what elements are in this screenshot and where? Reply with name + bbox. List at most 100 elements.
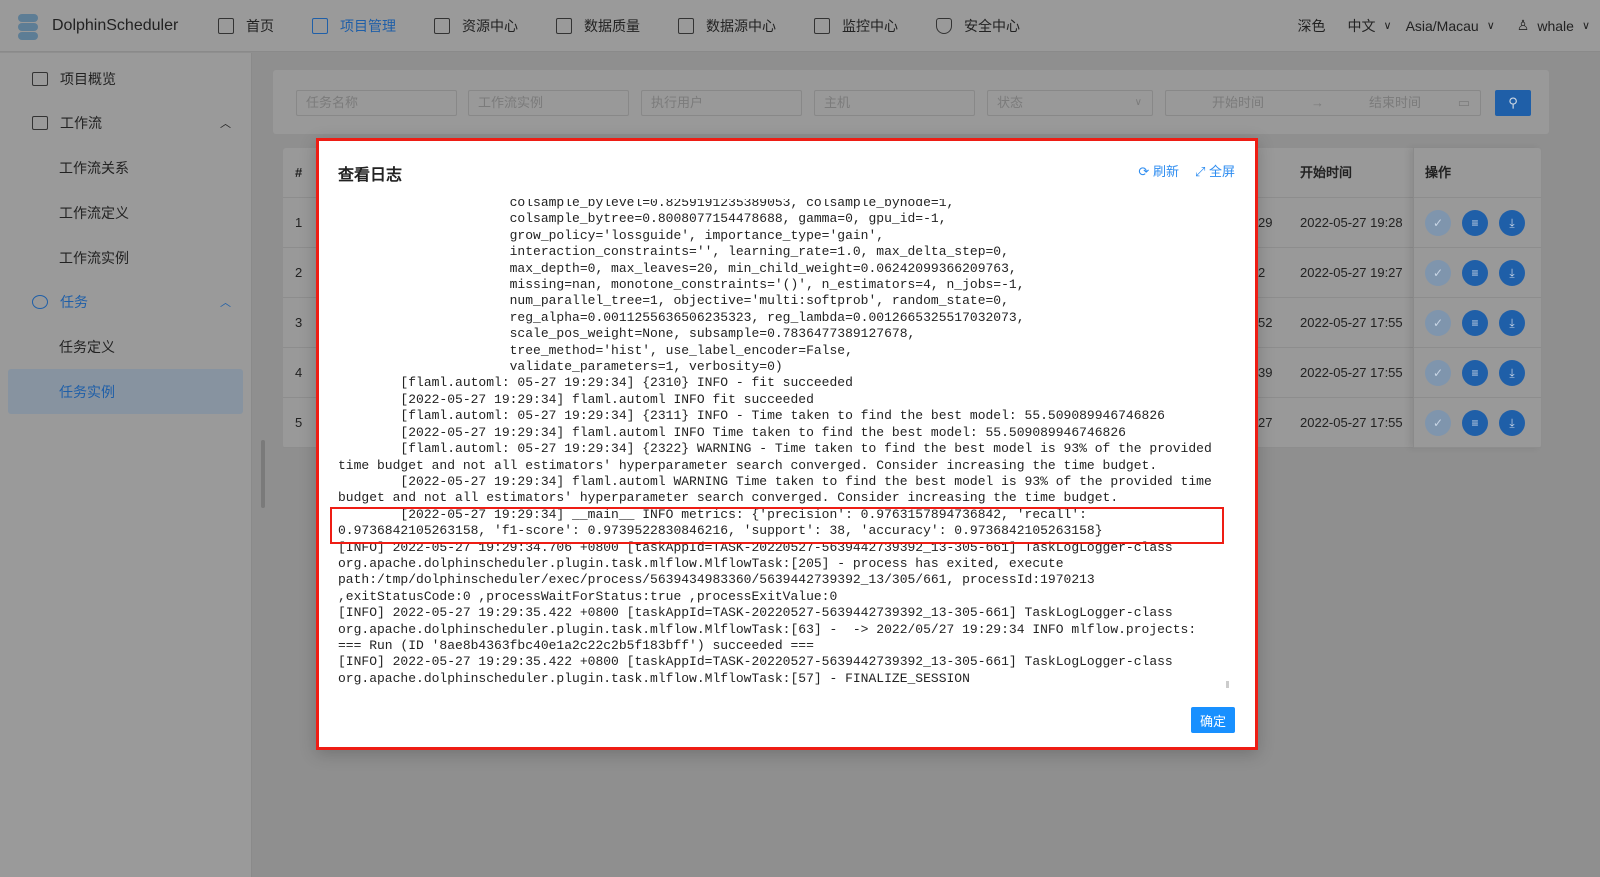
log-line: num_parallel_tree=1, objective='multi:so… <box>338 293 1009 309</box>
refresh-icon: ⟳ <box>1138 164 1150 179</box>
calendar-icon: ▭ <box>1457 95 1470 110</box>
log-line: reg_alpha=0.0011255636506235323, reg_lam… <box>338 309 1025 325</box>
chevron-up-icon: ︿ <box>220 118 231 130</box>
theme-toggle[interactable]: 深色 <box>1298 16 1326 36</box>
filter-bar: 任务名称 工作流实例 执行用户 主机 状态 ∨ 开始时间 → 结束时间 ▭ ⚲ <box>273 70 1549 134</box>
sidebar-item-task[interactable]: 任务 ︿ <box>0 280 251 324</box>
header-right: 深色 中文 ∨ Asia/Macau ∨ ♙ whale ∨ <box>1276 16 1591 36</box>
sidebar-label: 工作流实例 <box>59 249 129 266</box>
row-index: 1 <box>295 215 303 230</box>
task-name-input[interactable]: 任务名称 <box>296 90 457 116</box>
chevron-down-icon[interactable]: ∨ <box>1487 19 1495 32</box>
nav-home[interactable]: 首页 <box>218 16 274 36</box>
ok-button[interactable]: 确定 <box>1191 707 1235 733</box>
chevron-up-icon: ︿ <box>220 297 231 309</box>
operations-column <box>1413 148 1541 448</box>
sidebar-label: 工作流 <box>60 115 102 131</box>
modal-actions: ⟳ 刷新 ⤢ 全屏 <box>1138 161 1235 180</box>
sidebar-item-workflow-instance[interactable]: 工作流实例 <box>0 235 251 280</box>
log-scrollbar[interactable] <box>1226 681 1229 688</box>
row-start-time: 2022-05-27 19:27 <box>1300 265 1403 280</box>
log-content[interactable]: colsample_bylevel=0.8259191235389053, co… <box>338 199 1238 689</box>
workflow-instance-input[interactable]: 工作流实例 <box>468 90 629 116</box>
row-partial-value: 39 <box>1258 365 1273 380</box>
log-line: org.apache.dolphinscheduler.plugin.task.… <box>338 670 970 686</box>
host-input[interactable]: 主机 <box>814 90 975 116</box>
timezone-select[interactable]: Asia/Macau <box>1406 18 1479 34</box>
project-icon <box>312 17 328 34</box>
gear-icon <box>32 295 48 309</box>
nav-label: 数据质量 <box>584 17 640 34</box>
datasource-icon <box>678 17 694 34</box>
sidebar-item-workflow-definition[interactable]: 工作流定义 <box>0 190 251 235</box>
log-line: missing=nan, monotone_constraints='()', … <box>338 277 1025 293</box>
log-line: 0.9736842105263158, 'f1-score': 0.973952… <box>338 523 1103 539</box>
log-line: [INFO] 2022-05-27 19:29:35.422 +0800 [ta… <box>338 605 1173 621</box>
nav-label: 监控中心 <box>842 17 898 34</box>
log-line: [flaml.automl: 05-27 19:29:34] {2322} WA… <box>338 441 1212 457</box>
sidebar-scrollbar[interactable] <box>261 440 265 508</box>
state-placeholder: 状态 <box>997 95 1024 110</box>
nav-label: 首页 <box>246 17 274 34</box>
fullscreen-icon: ⤢ <box>1194 164 1206 179</box>
log-line: interaction_constraints='', learning_rat… <box>338 244 1009 260</box>
dolphin-logo-icon <box>10 8 46 44</box>
sidebar-item-project-overview[interactable]: 项目概览 <box>0 57 251 101</box>
log-line: [flaml.automl: 05-27 19:29:34] {2311} IN… <box>338 408 1165 424</box>
nav-label: 资源中心 <box>462 17 518 34</box>
date-range-picker[interactable]: 开始时间 → 结束时间 ▭ <box>1165 90 1481 116</box>
sidebar-item-workflow[interactable]: 工作流 ︿ <box>0 101 251 145</box>
log-line: budget and not all estimators' hyperpara… <box>338 490 1119 506</box>
executor-input[interactable]: 执行用户 <box>641 90 802 116</box>
logo[interactable]: DolphinScheduler <box>10 8 200 44</box>
nav-project[interactable]: 项目管理 <box>312 16 396 36</box>
fullscreen-button[interactable]: ⤢ 全屏 <box>1195 161 1235 180</box>
sidebar-label: 工作流定义 <box>59 204 129 221</box>
log-line: [2022-05-27 19:29:34] flaml.automl INFO … <box>338 391 814 407</box>
refresh-button[interactable]: ⟳ 刷新 <box>1138 161 1179 180</box>
data-quality-icon <box>556 17 572 34</box>
row-index: 4 <box>295 365 303 380</box>
sidebar-item-task-definition[interactable]: 任务定义 <box>0 324 251 369</box>
sidebar: 项目概览 工作流 ︿ 工作流关系 工作流定义 工作流实例 任务 ︿ 任务定义 任务实… <box>0 53 252 877</box>
row-start-time: 2022-05-27 17:55 <box>1300 315 1403 330</box>
log-line: [2022-05-27 19:29:34] flaml.automl WARNI… <box>338 473 1212 489</box>
user-menu[interactable]: whale <box>1537 18 1574 34</box>
state-select[interactable]: 状态 ∨ <box>987 90 1153 116</box>
end-time-placeholder: 结束时间 <box>1369 95 1422 110</box>
monitor-icon <box>814 17 830 34</box>
sidebar-item-workflow-relation[interactable]: 工作流关系 <box>0 145 251 190</box>
sidebar-label: 任务 <box>60 294 88 310</box>
arrow-right-icon: → <box>1311 95 1324 110</box>
logo-text: DolphinScheduler <box>52 16 179 34</box>
sidebar-label: 任务实例 <box>59 383 115 400</box>
row-start-time: 2022-05-27 17:55 <box>1300 365 1403 380</box>
col-start-time: 开始时间 <box>1300 165 1353 180</box>
chevron-down-icon[interactable]: ∨ <box>1582 19 1590 32</box>
search-button[interactable]: ⚲ <box>1495 90 1531 116</box>
log-line: tree_method='hist', use_label_encoder=Fa… <box>338 342 853 358</box>
nav-label: 数据源中心 <box>706 17 776 34</box>
user-icon: ♙ <box>1516 17 1530 33</box>
log-line: scale_pos_weight=None, subsample=0.78364… <box>338 326 916 342</box>
log-line: colsample_bytree=0.8008077154478688, gam… <box>338 211 947 227</box>
chevron-down-icon[interactable]: ∨ <box>1384 19 1392 32</box>
nav-monitor[interactable]: 监控中心 <box>814 16 898 36</box>
language-select[interactable]: 中文 <box>1348 16 1376 36</box>
nav-resource[interactable]: 资源中心 <box>434 16 518 36</box>
nav-datasource[interactable]: 数据源中心 <box>678 16 776 36</box>
log-line: max_depth=0, max_leaves=20, min_child_we… <box>338 260 1017 276</box>
home-icon <box>218 17 234 34</box>
log-line: === Run (ID '8ae8b4363fbc40e1a2c22c2b5f1… <box>338 637 814 653</box>
nav-data-quality[interactable]: 数据质量 <box>556 16 640 36</box>
row-index: 2 <box>295 265 303 280</box>
sidebar-label: 工作流关系 <box>59 159 129 176</box>
row-start-time: 2022-05-27 19:28 <box>1300 215 1403 230</box>
nav-security[interactable]: 安全中心 <box>936 16 1020 36</box>
nav-label: 项目管理 <box>340 17 396 34</box>
sidebar-item-task-instance[interactable]: 任务实例 <box>8 369 243 414</box>
log-line: colsample_bylevel=0.8259191235389053, co… <box>338 199 955 210</box>
view-log-modal: 查看日志 ⟳ 刷新 ⤢ 全屏 colsample_bylevel=0.82591… <box>316 138 1258 750</box>
start-time-placeholder: 开始时间 <box>1212 95 1265 110</box>
log-line: [flaml.automl: 05-27 19:29:34] {2310} IN… <box>338 375 853 391</box>
